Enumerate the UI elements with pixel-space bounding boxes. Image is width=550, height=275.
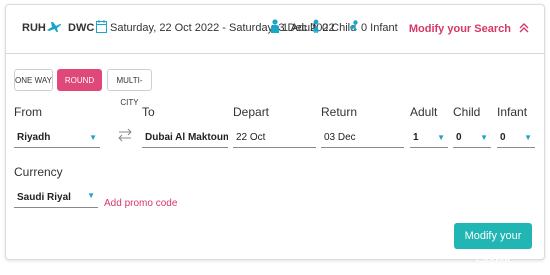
- calendar-icon: [96, 20, 107, 33]
- search-summary-bar: RUH DWC Saturday, 22 Oct 2022 - Saturday…: [6, 5, 544, 54]
- infant-dropdown-caret-icon: ▼: [524, 133, 532, 142]
- child-icon: [312, 19, 320, 33]
- adult-dropdown-caret-icon: ▼: [437, 133, 445, 142]
- currency-dropdown-caret-icon: ▼: [87, 191, 95, 200]
- trip-type-multi-city[interactable]: MULTI-CITY: [107, 69, 152, 107]
- to-value: Dubai Al Maktoum Interna: [145, 132, 228, 143]
- search-card: RUH DWC Saturday, 22 Oct 2022 - Saturday…: [5, 4, 545, 268]
- from-label: From: [14, 105, 42, 119]
- modify-search-link[interactable]: Modify your Search: [409, 22, 530, 35]
- currency-label: Currency: [14, 165, 63, 179]
- depart-label: Depart: [233, 105, 270, 119]
- from-value: Riyadh: [17, 132, 51, 143]
- modify-search-link-label: Modify your Search: [408, 23, 511, 35]
- infant-select[interactable]: 0 ▼: [497, 124, 535, 148]
- child-label: Child: [453, 105, 481, 119]
- return-date-input[interactable]: 03 Dec: [321, 124, 404, 148]
- currency-select[interactable]: Saudi Riyal ▼: [14, 184, 98, 208]
- child-value: 0: [456, 132, 462, 143]
- to-label: To: [142, 105, 155, 119]
- infant-label: Infant: [497, 105, 528, 119]
- destination-code: DWC: [68, 22, 95, 34]
- plane-icon: [47, 22, 62, 32]
- add-promo-code-link[interactable]: Add promo code: [104, 198, 177, 209]
- infant-count: 0 Infant: [361, 22, 398, 34]
- child-select[interactable]: 0 ▼: [453, 124, 491, 148]
- infant-icon: [350, 20, 358, 31]
- swap-icon[interactable]: [118, 128, 132, 142]
- origin-code: RUH: [22, 22, 46, 34]
- adult-select[interactable]: 1 ▼: [410, 124, 448, 148]
- adult-icon: [271, 19, 279, 33]
- adult-value: 1: [413, 132, 419, 143]
- depart-date-input[interactable]: 22 Oct: [233, 124, 316, 148]
- return-label: Return: [321, 105, 358, 119]
- currency-value: Saudi Riyal: [17, 192, 71, 203]
- modify-search-button[interactable]: Modify your Search: [454, 223, 532, 268]
- trip-type-one-way[interactable]: ONE WAY: [14, 69, 53, 91]
- from-dropdown-caret-icon: ▼: [89, 133, 97, 142]
- trip-type-round-trip[interactable]: ROUND TRIP: [57, 69, 102, 107]
- infant-value: 0: [500, 132, 506, 143]
- adult-label: Adult: [410, 105, 438, 119]
- to-input[interactable]: Dubai Al Maktoum Interna: [142, 124, 228, 148]
- child-dropdown-caret-icon: ▼: [480, 133, 488, 142]
- from-select[interactable]: Riyadh ▼: [14, 124, 100, 148]
- return-value: 03 Dec: [324, 132, 356, 143]
- depart-value: 22 Oct: [236, 132, 266, 143]
- double-chevron-up-icon: [519, 23, 529, 33]
